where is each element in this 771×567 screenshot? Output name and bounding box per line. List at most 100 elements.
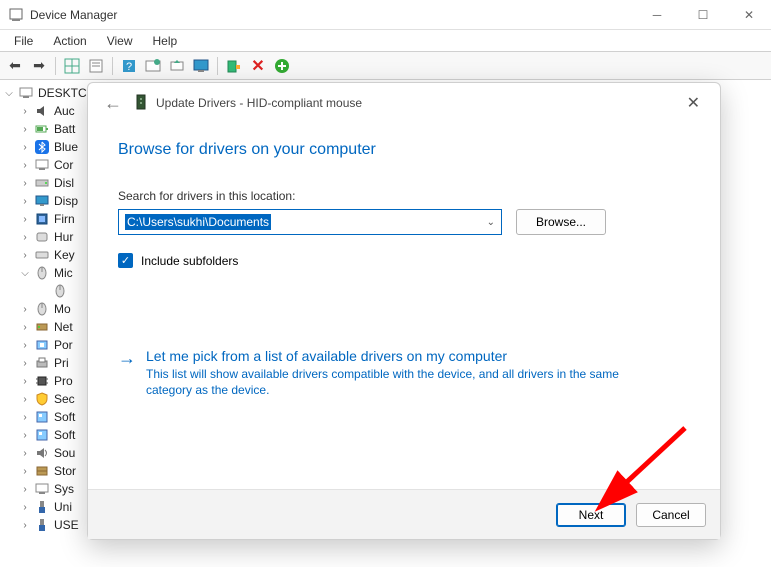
tree-item-label: Key (54, 248, 75, 262)
mouse-icon (52, 283, 68, 299)
dialog-back-button[interactable]: ← (98, 89, 128, 118)
device-category-icon (34, 193, 50, 209)
tree-item-label: Soft (54, 428, 75, 442)
dialog-close-button[interactable]: ✕ (677, 87, 710, 119)
window-titlebar: Device Manager ─ ☐ ✕ (0, 0, 771, 30)
device-category-icon (34, 337, 50, 353)
tree-item-label: Auc (54, 104, 75, 118)
tree-item-label: USE (54, 518, 79, 532)
device-category-icon (34, 175, 50, 191)
chevron-right-icon: › (20, 196, 30, 207)
device-category-icon (34, 445, 50, 461)
forward-icon[interactable]: ➡ (28, 55, 50, 77)
driver-path-combobox[interactable]: C:\Users\sukhi\Documents ⌄ (118, 209, 502, 235)
grid-icon[interactable] (61, 55, 83, 77)
computer-icon (18, 85, 34, 101)
update-icon[interactable] (166, 55, 188, 77)
tree-item-label: Sys (54, 482, 74, 496)
device-category-icon (34, 121, 50, 137)
minimize-button[interactable]: ─ (643, 8, 671, 22)
menu-action[interactable]: Action (43, 32, 96, 50)
device-category-icon (34, 409, 50, 425)
device-category-icon (34, 157, 50, 173)
tree-item-label: Blue (54, 140, 78, 154)
back-icon[interactable]: ⬅ (4, 55, 26, 77)
toolbar: ⬅ ➡ ? ✕ (0, 52, 771, 80)
tree-item-label: Por (54, 338, 73, 352)
chevron-right-icon: › (20, 466, 30, 477)
chevron-right-icon: › (20, 322, 30, 333)
tree-item-label: Pro (54, 374, 73, 388)
chevron-right-icon: › (20, 160, 30, 171)
tree-item-label: Soft (54, 410, 75, 424)
help-icon[interactable]: ? (118, 55, 140, 77)
tree-item-label: Mic (54, 266, 73, 280)
monitor-icon[interactable] (190, 55, 212, 77)
chevron-right-icon: › (20, 412, 30, 423)
close-button[interactable]: ✕ (735, 8, 763, 22)
chevron-right-icon: › (20, 358, 30, 369)
chevron-down-icon: ⌵ (20, 268, 30, 279)
chevron-right-icon: › (20, 502, 30, 513)
uninstall-icon[interactable] (223, 55, 245, 77)
update-driver-dialog: ← Update Drivers - HID-compliant mouse ✕… (87, 82, 721, 540)
menu-help[interactable]: Help (143, 32, 188, 50)
device-category-icon (34, 319, 50, 335)
device-category-icon (34, 355, 50, 371)
tree-item-label: Batt (54, 122, 75, 136)
device-category-icon (34, 373, 50, 389)
tree-item-label: Cor (54, 158, 73, 172)
tree-root-label: DESKTC (38, 86, 87, 100)
tree-item-label: Disp (54, 194, 78, 208)
dialog-heading: Browse for drivers on your computer (118, 141, 690, 159)
browse-button[interactable]: Browse... (516, 209, 606, 235)
chevron-right-icon: › (20, 520, 30, 531)
maximize-button[interactable]: ☐ (689, 8, 717, 22)
pick-from-list-option[interactable]: → Let me pick from a list of available d… (118, 348, 690, 398)
device-category-icon (34, 517, 50, 533)
chevron-right-icon: › (20, 250, 30, 261)
scan-icon[interactable] (142, 55, 164, 77)
tree-item-label: Sou (54, 446, 75, 460)
chevron-down-icon: ⌄ (487, 217, 495, 228)
chevron-right-icon: › (20, 142, 30, 153)
tree-item-label: Mo (54, 302, 71, 316)
chevron-right-icon: › (20, 448, 30, 459)
chevron-right-icon: › (20, 430, 30, 441)
chevron-right-icon: › (20, 178, 30, 189)
chevron-right-icon: › (20, 232, 30, 243)
tree-item-label: Firn (54, 212, 75, 226)
cancel-button[interactable]: Cancel (636, 503, 706, 527)
device-category-icon (34, 103, 50, 119)
tree-item-label: Sec (54, 392, 75, 406)
driver-icon (134, 94, 148, 113)
dialog-title: Update Drivers - HID-compliant mouse (156, 96, 362, 110)
chevron-right-icon: › (20, 304, 30, 315)
device-category-icon (34, 301, 50, 317)
driver-path-value: C:\Users\sukhi\Documents (125, 214, 271, 230)
device-category-icon (34, 427, 50, 443)
arrow-right-icon: → (118, 348, 136, 398)
include-subfolders-checkbox[interactable]: ✓ (118, 253, 133, 268)
chevron-right-icon: › (20, 340, 30, 351)
tree-item-label: Stor (54, 464, 76, 478)
device-category-icon (34, 499, 50, 515)
chevron-right-icon: › (20, 376, 30, 387)
app-icon (8, 7, 24, 23)
device-category-icon (34, 139, 50, 155)
window-title: Device Manager (30, 8, 117, 22)
search-location-label: Search for drivers in this location: (118, 189, 690, 203)
disable-icon[interactable]: ✕ (247, 55, 269, 77)
device-category-icon (34, 265, 50, 281)
include-subfolders-label: Include subfolders (141, 254, 238, 268)
device-category-icon (34, 247, 50, 263)
tree-item-label: Hur (54, 230, 73, 244)
device-category-icon (34, 391, 50, 407)
chevron-right-icon: › (20, 394, 30, 405)
next-button[interactable]: Next (556, 503, 626, 527)
enable-icon[interactable] (271, 55, 293, 77)
properties-icon[interactable] (85, 55, 107, 77)
pick-from-list-title: Let me pick from a list of available dri… (146, 348, 646, 364)
menu-file[interactable]: File (4, 32, 43, 50)
menu-view[interactable]: View (97, 32, 143, 50)
